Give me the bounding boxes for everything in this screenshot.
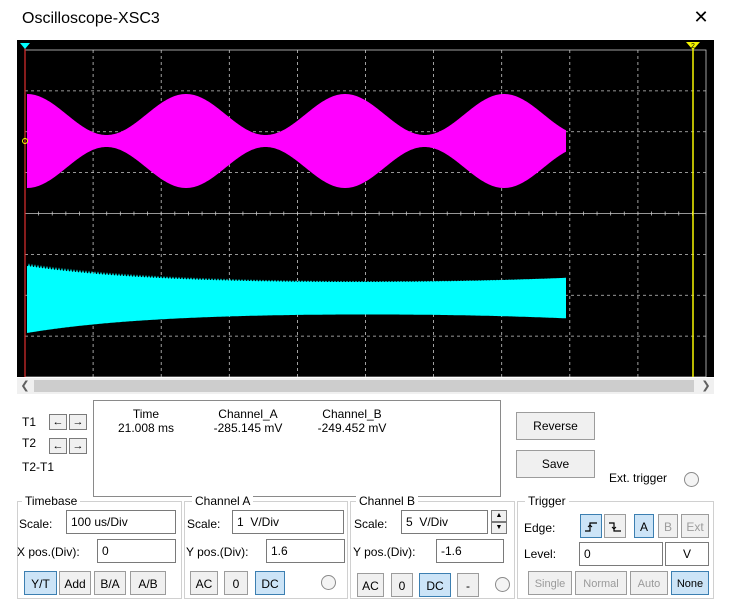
scroll-left-icon[interactable]: ❮ <box>17 378 33 394</box>
t2-t1-label: T2-T1 <box>22 460 55 474</box>
trigger-source-ext-button[interactable]: Ext <box>681 514 709 538</box>
trigger-single-button[interactable]: Single <box>528 571 572 595</box>
channel-b-scale-field[interactable] <box>401 510 488 534</box>
channel-a-title: Channel A <box>192 494 254 508</box>
mode-add-button[interactable]: Add <box>59 571 91 595</box>
mode-ab-button[interactable]: A/B <box>130 571 166 595</box>
oscilloscope-screen: 2 <box>17 40 714 378</box>
trigger-auto-button[interactable]: Auto <box>630 571 668 595</box>
readout-channel-b-value: -249.452 mV <box>317 421 387 435</box>
trigger-normal-button[interactable]: Normal <box>575 571 627 595</box>
timebase-xpos-field[interactable] <box>97 539 176 563</box>
channel-a-scale-field[interactable] <box>232 510 344 534</box>
cursor-t1-handle[interactable] <box>20 43 30 49</box>
ext-trigger-radio[interactable] <box>684 472 699 487</box>
waveform-display: 2 <box>20 42 707 378</box>
trigger-level-label: Level: <box>524 547 557 561</box>
scrollbar-thumb[interactable] <box>34 380 694 392</box>
trigger-level-field[interactable] <box>579 542 663 566</box>
t1-label: T1 <box>22 415 37 429</box>
readout-header-channel-a: Channel_A <box>218 407 278 421</box>
readout-time-value: 21.008 ms <box>117 421 175 435</box>
scroll-right-icon[interactable]: ❯ <box>698 378 714 394</box>
trigger-edge-label: Edge: <box>524 521 556 535</box>
trigger-source-a-button[interactable]: A <box>634 514 654 538</box>
channel-b-scale-up-icon[interactable]: ▲ <box>491 510 507 522</box>
readout-header-time: Time <box>132 407 160 421</box>
channel-b-trace <box>27 263 566 333</box>
timebase-title: Timebase <box>22 494 81 508</box>
channel-b-dc-button[interactable]: DC <box>419 573 451 597</box>
channel-b-zero-button[interactable]: 0 <box>391 573 413 597</box>
readout-channel-a-value: -285.145 mV <box>213 421 283 435</box>
channel-b-scale-down-icon[interactable]: ▼ <box>491 522 507 534</box>
rising-edge-icon[interactable] <box>580 514 602 538</box>
trigger-none-button[interactable]: None <box>671 571 709 595</box>
cursor-t2-number: 2 <box>691 43 695 50</box>
save-button[interactable]: Save <box>516 450 595 478</box>
channel-b-ac-button[interactable]: AC <box>357 573 384 597</box>
readout-header-channel-b: Channel_B <box>322 407 382 421</box>
timebase-scale-field[interactable] <box>66 510 176 534</box>
channel-a-trace <box>27 94 566 188</box>
measurement-readout: Time 21.008 ms Channel_A -285.145 mV Cha… <box>93 400 501 497</box>
trigger-level-unit[interactable]: V <box>665 542 709 566</box>
channel-b-scale-label: Scale: <box>354 517 388 531</box>
channel-a-zero-button[interactable]: 0 <box>224 571 248 595</box>
channel-b-title: Channel B <box>356 494 419 508</box>
mode-ba-button[interactable]: B/A <box>94 571 126 595</box>
channel-a-ypos-field[interactable] <box>266 539 345 563</box>
falling-edge-glyph <box>609 522 621 532</box>
grid <box>24 49 707 378</box>
timebase-scale-label: Scale: <box>19 517 53 531</box>
t2-left-arrow-icon[interactable]: ← <box>49 438 67 454</box>
channel-b-ypos-field[interactable] <box>436 539 504 563</box>
mode-yt-button[interactable]: Y/T <box>24 571 57 595</box>
channel-b-minus-button[interactable]: - <box>457 573 479 597</box>
trigger-title: Trigger <box>525 494 569 508</box>
channel-a-ac-button[interactable]: AC <box>190 571 218 595</box>
rising-edge-glyph <box>585 522 597 532</box>
channel-b-ypos-label: Y pos.(Div): <box>353 545 416 559</box>
channel-a-ypos-label: Y pos.(Div): <box>186 545 249 559</box>
t2-label: T2 <box>22 436 37 450</box>
window-title: Oscilloscope-XSC3 <box>22 10 160 27</box>
t1-left-arrow-icon[interactable]: ← <box>49 414 67 430</box>
channel-a-scale-label: Scale: <box>187 517 221 531</box>
reverse-button[interactable]: Reverse <box>516 412 595 440</box>
close-icon[interactable]: ✕ <box>692 8 710 26</box>
horizontal-scrollbar[interactable]: ❮ ❯ <box>17 378 714 394</box>
channel-a-radio[interactable] <box>321 575 336 590</box>
falling-edge-icon[interactable] <box>604 514 626 538</box>
ext-trigger-label: Ext. trigger <box>609 471 668 485</box>
t1-right-arrow-icon[interactable]: → <box>69 414 87 430</box>
timebase-xpos-label: X pos.(Div): <box>17 545 80 559</box>
t2-right-arrow-icon[interactable]: → <box>69 438 87 454</box>
channel-b-radio[interactable] <box>495 577 510 592</box>
trigger-source-b-button[interactable]: B <box>658 514 678 538</box>
channel-a-dc-button[interactable]: DC <box>255 571 285 595</box>
